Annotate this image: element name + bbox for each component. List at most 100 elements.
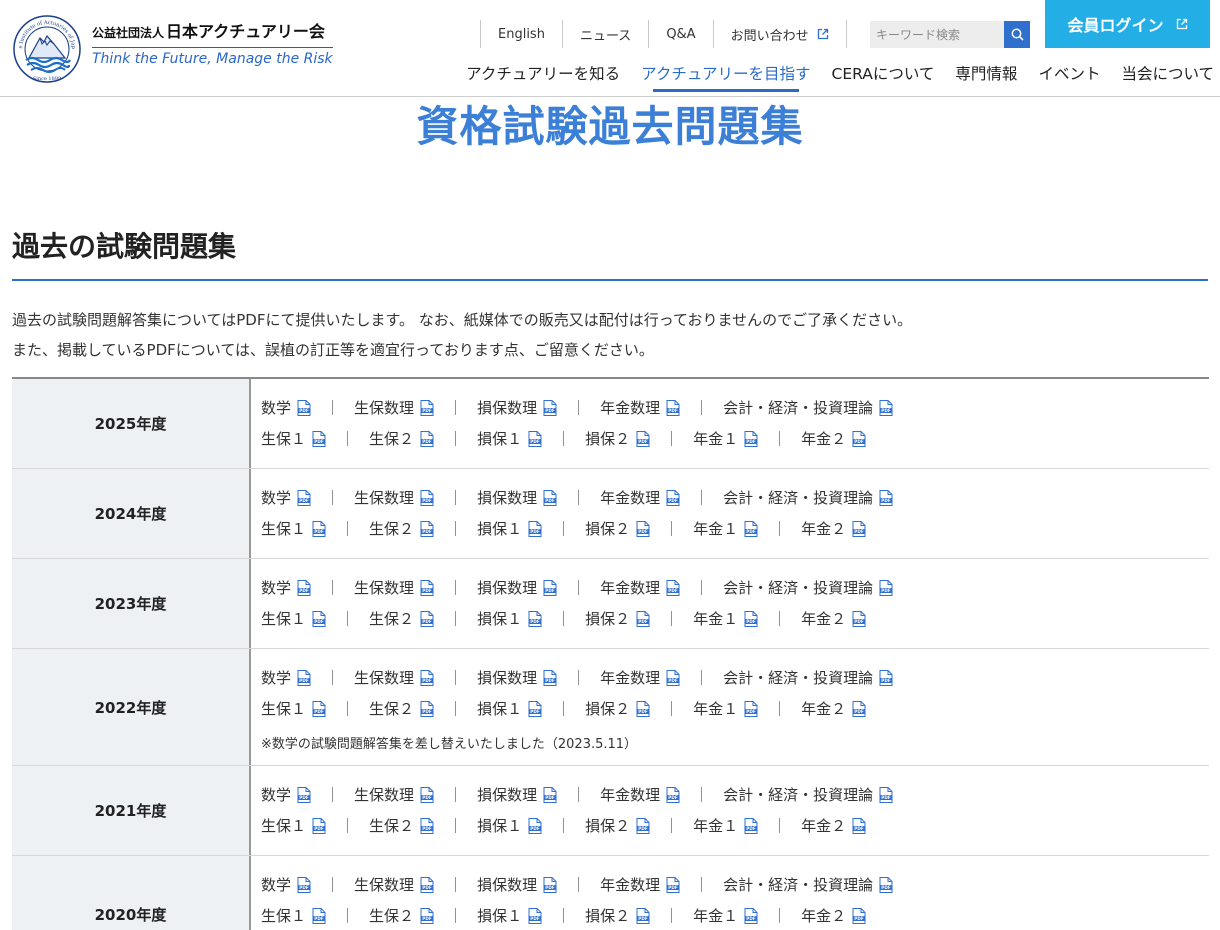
pdf-link[interactable]: 年金数理 PDF	[600, 667, 680, 688]
pdf-link-label: 年金１	[693, 520, 739, 538]
pdf-link[interactable]: 年金１ PDF	[693, 608, 758, 629]
pdf-link[interactable]: 会計・経済・投資理論 PDF	[723, 874, 893, 895]
pdf-link[interactable]: 生保１ PDF	[261, 428, 326, 449]
pdf-link[interactable]: 損保２ PDF	[585, 608, 650, 629]
separator: ｜	[325, 786, 341, 804]
pdf-link[interactable]: 損保１ PDF	[477, 518, 542, 539]
pdf-link[interactable]: 損保２ PDF	[585, 428, 650, 449]
pdf-link[interactable]: 生保数理 PDF	[354, 874, 434, 895]
pdf-link[interactable]: 生保数理 PDF	[354, 487, 434, 508]
pdf-link[interactable]: 年金２ PDF	[801, 698, 866, 719]
pdf-link-label: 生保数理	[354, 489, 415, 507]
pdf-link[interactable]: 年金１ PDF	[693, 815, 758, 836]
link-qa[interactable]: Q&A	[648, 20, 712, 48]
pdf-icon: PDF	[744, 700, 758, 717]
table-row: 2023年度 数学 PDF ｜生保数理 PDF ｜損保数理 PDF ｜年金数理 PDF ｜会計・経…	[12, 559, 1209, 649]
pdf-link[interactable]: 生保数理 PDF	[354, 667, 434, 688]
pdf-link[interactable]: 年金２ PDF	[801, 428, 866, 449]
pdf-link[interactable]: 年金数理 PDF	[600, 577, 680, 598]
pdf-link[interactable]: 損保２ PDF	[585, 815, 650, 836]
link-english[interactable]: English	[480, 20, 562, 48]
pdf-link[interactable]: 生保数理 PDF	[354, 397, 434, 418]
subject-line: 数学 PDF ｜ 生保数理 PDF ｜ 損保数理 PDF ｜ 年金数理 PDF ｜ 会計・経済・投資理論…	[261, 869, 1209, 900]
pdf-link[interactable]: 生保１ PDF	[261, 698, 326, 719]
pdf-link[interactable]: 数学 PDF	[261, 667, 311, 688]
pdf-link[interactable]: 年金１ PDF	[693, 428, 758, 449]
pdf-link[interactable]: 年金数理 PDF	[600, 784, 680, 805]
nav-item-4[interactable]: イベント	[1038, 62, 1100, 92]
pdf-icon: PDF	[312, 430, 326, 447]
pdf-link[interactable]: 年金１ PDF	[693, 518, 758, 539]
pdf-link[interactable]: 損保１ PDF	[477, 815, 542, 836]
pdf-link-label: 年金２	[801, 817, 847, 835]
pdf-link[interactable]: 生保１ PDF	[261, 815, 326, 836]
pdf-link[interactable]: 会計・経済・投資理論 PDF	[723, 667, 893, 688]
pdf-link[interactable]: 年金２ PDF	[801, 815, 866, 836]
pdf-link[interactable]: 年金２ PDF	[801, 905, 866, 926]
pdf-link[interactable]: 損保１ PDF	[477, 608, 542, 629]
member-login-button[interactable]: 会員ログイン	[1045, 0, 1210, 48]
pdf-link[interactable]: 損保２ PDF	[585, 698, 650, 719]
nav-item-2[interactable]: CERAについて	[832, 62, 935, 92]
pdf-link[interactable]: 会計・経済・投資理論 PDF	[723, 487, 893, 508]
pdf-link[interactable]: 数学 PDF	[261, 487, 311, 508]
pdf-link-label: 数学	[261, 399, 292, 417]
pdf-link[interactable]: 生保１ PDF	[261, 518, 326, 539]
link-news[interactable]: ニュース	[561, 20, 648, 48]
separator: ｜	[772, 907, 788, 925]
pdf-link[interactable]: 年金１ PDF	[693, 698, 758, 719]
svg-text:PDF: PDF	[545, 885, 555, 890]
search-button[interactable]	[1004, 21, 1030, 48]
table-row: 2022年度 数学 PDF ｜生保数理 PDF ｜損保数理 PDF ｜年金数理 PDF ｜会計・経…	[12, 649, 1209, 766]
pdf-link[interactable]: 損保数理 PDF	[477, 397, 557, 418]
pdf-link[interactable]: 損保２ PDF	[585, 518, 650, 539]
pdf-link[interactable]: 生保数理 PDF	[354, 784, 434, 805]
pdf-link[interactable]: 損保１ PDF	[477, 905, 542, 926]
pdf-link[interactable]: 生保２ PDF	[369, 518, 434, 539]
pdf-link[interactable]: 生保２ PDF	[369, 815, 434, 836]
pdf-link[interactable]: 生保１ PDF	[261, 608, 326, 629]
nav-item-1[interactable]: アクチュアリーを目指す	[641, 62, 811, 92]
pdf-link[interactable]: 生保２ PDF	[369, 905, 434, 926]
link-contact[interactable]: お問い合わせ	[712, 20, 847, 48]
pdf-link[interactable]: 年金数理 PDF	[600, 397, 680, 418]
pdf-link-label: 損保２	[585, 610, 631, 628]
pdf-link[interactable]: 生保２ PDF	[369, 608, 434, 629]
pdf-link[interactable]: 損保数理 PDF	[477, 487, 557, 508]
nav-item-0[interactable]: アクチュアリーを知る	[466, 62, 620, 92]
pdf-link[interactable]: 生保２ PDF	[369, 428, 434, 449]
pdf-link[interactable]: 会計・経済・投資理論 PDF	[723, 784, 893, 805]
pdf-link[interactable]: 生保２ PDF	[369, 698, 434, 719]
pdf-link[interactable]: 数学 PDF	[261, 784, 311, 805]
pdf-link[interactable]: 年金数理 PDF	[600, 874, 680, 895]
pdf-link-label: 損保数理	[477, 579, 538, 597]
site-logo[interactable]: The Institute of Actuaries of Japan Sinc…	[12, 14, 333, 84]
pdf-link[interactable]: 損保数理 PDF	[477, 667, 557, 688]
pdf-link[interactable]: 生保１ PDF	[261, 905, 326, 926]
nav-item-3[interactable]: 専門情報	[955, 62, 1017, 92]
subject-line: 数学 PDF ｜ 生保数理 PDF ｜ 損保数理 PDF ｜ 年金数理 PDF ｜ 会計・経済・投資理論…	[261, 779, 1209, 810]
pdf-link[interactable]: 年金２ PDF	[801, 608, 866, 629]
pdf-link[interactable]: 損保数理 PDF	[477, 784, 557, 805]
subject-links: 数学 PDF ｜生保数理 PDF ｜損保数理 PDF ｜年金数理 PDF ｜会計・経済・投資理論…	[251, 559, 1209, 648]
pdf-link[interactable]: 損保１ PDF	[477, 428, 542, 449]
nav-item-5[interactable]: 当会について	[1121, 62, 1214, 92]
pdf-link[interactable]: 年金２ PDF	[801, 518, 866, 539]
pdf-link[interactable]: 生保数理 PDF	[354, 577, 434, 598]
search-input[interactable]	[870, 21, 1004, 48]
svg-text:PDF: PDF	[422, 619, 432, 624]
pdf-link[interactable]: 年金数理 PDF	[600, 487, 680, 508]
pdf-link[interactable]: 損保２ PDF	[585, 905, 650, 926]
pdf-link-label: 年金数理	[600, 669, 661, 687]
pdf-link[interactable]: 損保１ PDF	[477, 698, 542, 719]
pdf-link[interactable]: 数学 PDF	[261, 577, 311, 598]
pdf-link[interactable]: 損保数理 PDF	[477, 874, 557, 895]
pdf-link[interactable]: 損保数理 PDF	[477, 577, 557, 598]
pdf-link-label: 会計・経済・投資理論	[723, 876, 874, 894]
pdf-link[interactable]: 数学 PDF	[261, 397, 311, 418]
svg-text:PDF: PDF	[422, 826, 432, 831]
pdf-link[interactable]: 会計・経済・投資理論 PDF	[723, 397, 893, 418]
pdf-link[interactable]: 会計・経済・投資理論 PDF	[723, 577, 893, 598]
pdf-link[interactable]: 数学 PDF	[261, 874, 311, 895]
pdf-link[interactable]: 年金１ PDF	[693, 905, 758, 926]
